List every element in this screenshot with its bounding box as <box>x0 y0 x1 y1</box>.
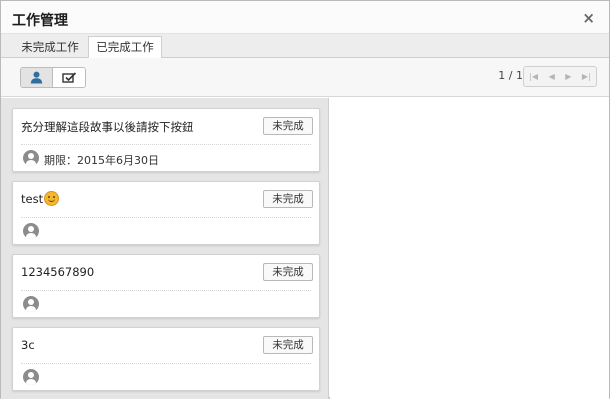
dialog-titlebar: 工作管理 × <box>1 1 609 34</box>
task-title: 1234567890 <box>21 265 95 279</box>
mark-incomplete-button[interactable]: 未完成 <box>263 336 313 354</box>
card-divider <box>21 363 311 364</box>
dialog-title: 工作管理 <box>12 13 68 29</box>
first-page-icon[interactable]: |◀ <box>529 72 538 81</box>
user-icon <box>30 71 43 84</box>
tab-completed-work[interactable]: 已完成工作 <box>88 36 162 59</box>
user-avatar-icon <box>23 150 39 166</box>
task-manager-dialog: 工作管理 × 未完成工作 已完成工作 1 / 1 |◀ ◀ ▶ ▶| 充分理解這… <box>0 0 610 399</box>
card-divider <box>21 217 311 218</box>
task-title: 3c <box>21 338 35 352</box>
task-card[interactable]: test 未完成 <box>12 181 320 245</box>
task-detail-pane <box>330 98 609 399</box>
user-avatar-icon <box>23 296 39 312</box>
tab-incomplete-work[interactable]: 未完成工作 <box>13 36 87 58</box>
user-avatar-icon <box>23 369 39 385</box>
view-toggle-group <box>20 67 86 88</box>
next-page-icon[interactable]: ▶ <box>565 72 571 81</box>
user-avatar-icon <box>23 223 39 239</box>
task-check-icon <box>61 72 76 83</box>
task-card[interactable]: 充分理解這段故事以後請按下按鈕 未完成 期限：2015年6月30日 <box>12 108 320 172</box>
card-divider <box>21 144 311 145</box>
user-view-button[interactable] <box>21 68 53 87</box>
toolbar: 1 / 1 |◀ ◀ ▶ ▶| <box>1 58 609 97</box>
pagination-controls: |◀ ◀ ▶ ▶| <box>523 66 597 87</box>
close-icon[interactable]: × <box>582 9 595 27</box>
prev-page-icon[interactable]: ◀ <box>549 72 555 81</box>
card-divider <box>21 290 311 291</box>
task-card[interactable]: 1234567890 未完成 <box>12 254 320 318</box>
mark-incomplete-button[interactable]: 未完成 <box>263 190 313 208</box>
task-deadline: 期限：2015年6月30日 <box>44 154 159 167</box>
task-view-button[interactable] <box>53 68 85 87</box>
task-card[interactable]: 3c 未完成 <box>12 327 320 391</box>
task-title: 充分理解這段故事以後請按下按鈕 <box>21 120 194 134</box>
task-list: 充分理解這段故事以後請按下按鈕 未完成 期限：2015年6月30日 test 未… <box>1 98 329 399</box>
last-page-icon[interactable]: ▶| <box>582 72 591 81</box>
tab-bar: 未完成工作 已完成工作 <box>1 34 609 59</box>
mark-incomplete-button[interactable]: 未完成 <box>263 117 313 135</box>
task-title-wrap: test <box>21 191 60 206</box>
smiley-icon <box>44 191 60 206</box>
task-title: test <box>21 192 44 206</box>
page-indicator: 1 / 1 <box>498 69 523 82</box>
mark-incomplete-button[interactable]: 未完成 <box>263 263 313 281</box>
